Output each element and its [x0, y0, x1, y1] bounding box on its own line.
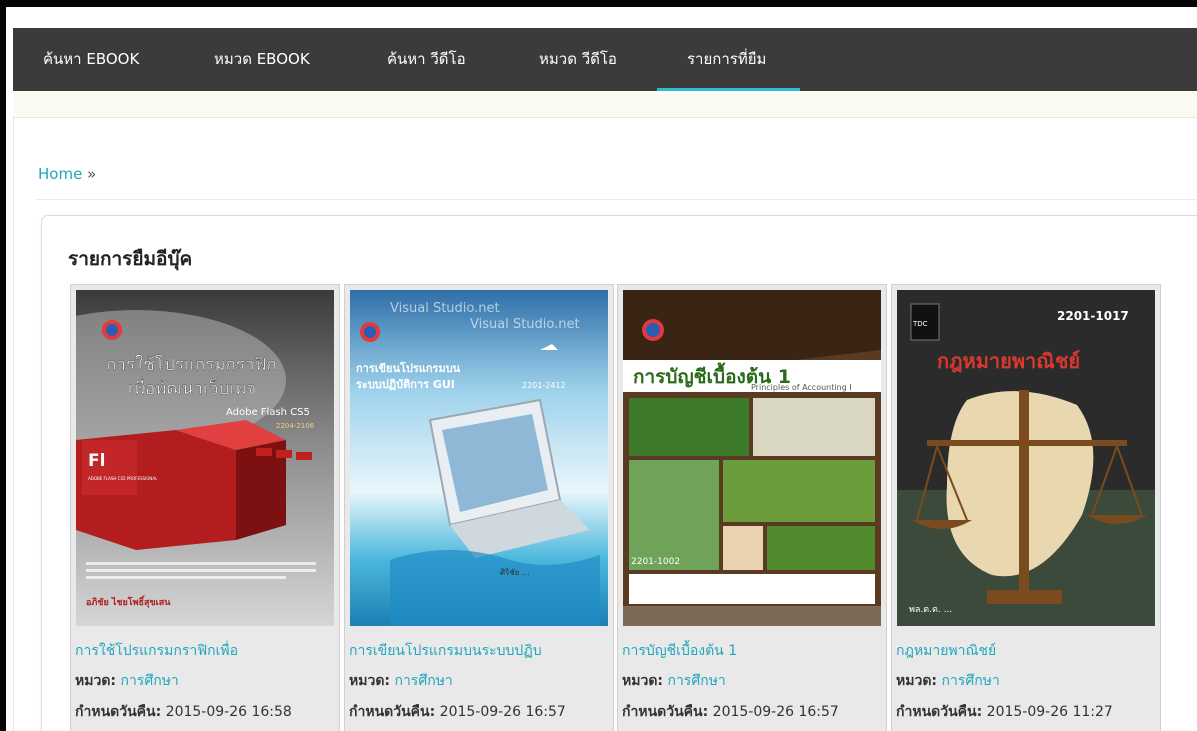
- category-link[interactable]: การศึกษา: [941, 673, 999, 689]
- flash-logo-text: Fl: [88, 451, 105, 471]
- nav-borrowed-list[interactable]: รายการที่ยืม: [656, 28, 801, 91]
- nav-search-video[interactable]: ค้นหา วีดีโอ: [387, 28, 466, 91]
- cover-subtitle: Adobe Flash CS5: [226, 407, 310, 418]
- divider: [36, 199, 1197, 200]
- nav-search-ebook[interactable]: ค้นหา EBOOK: [43, 28, 139, 91]
- due-value: 2015-09-26 16:57: [439, 704, 566, 720]
- content-border: [13, 118, 14, 731]
- cover-code: 2201-2412: [522, 381, 566, 390]
- book-title-link[interactable]: กฎหมายพาณิชย์: [896, 640, 996, 662]
- cover-code: 2204-2106: [276, 422, 315, 430]
- breadcrumb: Home »: [38, 165, 96, 183]
- cover-author: พล.ต.ต. ...: [909, 605, 952, 615]
- book-cover[interactable]: การบัญชีเบื้องต้น 1 Principles of Accoun…: [623, 290, 881, 626]
- cover-title-line2: เพื่อพัฒนาเว็บเพจ: [128, 376, 256, 399]
- nav-category-ebook[interactable]: หมวด EBOOK: [214, 28, 310, 91]
- nav-category-video[interactable]: หมวด วีดีโอ: [539, 28, 617, 91]
- book-due-date: กำหนดวันคืน: 2015-09-26 16:58: [75, 701, 292, 723]
- book-due-date: กำหนดวันคืน: 2015-09-26 16:57: [622, 701, 839, 723]
- book-due-date: กำหนดวันคืน: 2015-09-26 16:57: [349, 701, 566, 723]
- due-label: กำหนดวันคืน:: [896, 704, 983, 720]
- due-label: กำหนดวันคืน:: [622, 704, 709, 720]
- due-value: 2015-09-26 16:58: [165, 704, 292, 720]
- window-frame-top: [0, 0, 1197, 7]
- book-category: หมวด: การศึกษา: [622, 670, 726, 692]
- cover-title: กฎหมายพาณิชย์: [937, 349, 1080, 373]
- book-cover[interactable]: TDC 2201-1017 กฎหมายพาณิชย์ พล.ต.ต. ...: [897, 290, 1155, 626]
- cover-title-line1: การใช้โปรแกรมกราฟิก: [106, 354, 277, 375]
- book-title-link[interactable]: การบัญชีเบื้องต้น 1: [622, 640, 737, 662]
- category-label: หมวด:: [75, 673, 117, 689]
- book-title-link[interactable]: การเขียนโปรแกรมบนระบบปฏิบ: [349, 640, 542, 662]
- sub-navbar: [13, 91, 1197, 118]
- category-link[interactable]: การศึกษา: [120, 673, 178, 689]
- book-card[interactable]: การใช้โปรแกรมกราฟิก เพื่อพัฒนาเว็บเพจ Ad…: [70, 284, 340, 731]
- book-card[interactable]: Visual Studio.net Visual Studio.net การเ…: [344, 284, 614, 731]
- category-label: หมวด:: [622, 673, 664, 689]
- book-category: หมวด: การศึกษา: [896, 670, 1000, 692]
- window-frame-left: [0, 0, 6, 731]
- due-label: กำหนดวันคืน:: [75, 704, 162, 720]
- book-due-date: กำหนดวันคืน: 2015-09-26 11:27: [896, 701, 1113, 723]
- book-cover[interactable]: Visual Studio.net Visual Studio.net การเ…: [350, 290, 608, 626]
- category-link[interactable]: การศึกษา: [667, 673, 725, 689]
- book-category: หมวด: การศึกษา: [349, 670, 453, 692]
- cover-watermark: Visual Studio.net: [470, 317, 580, 332]
- category-link[interactable]: การศึกษา: [394, 673, 452, 689]
- book-card[interactable]: TDC 2201-1017 กฎหมายพาณิชย์ พล.ต.ต. ... …: [891, 284, 1161, 731]
- cover-authors: ศิริชัย ...: [500, 568, 530, 577]
- cover-product-name: ADOBE FLASH CS5 PROFESSIONAL: [88, 476, 158, 481]
- category-label: หมวด:: [349, 673, 391, 689]
- due-value: 2015-09-26 11:27: [986, 704, 1113, 720]
- book-title-link[interactable]: การใช้โปรแกรมกราฟิกเพื่อ: [75, 640, 238, 662]
- breadcrumb-separator: »: [87, 165, 97, 183]
- due-label: กำหนดวันคืน:: [349, 704, 436, 720]
- panel-title: รายการยืมอีบุ๊ค: [68, 248, 193, 270]
- cover-watermark: Visual Studio.net: [390, 301, 500, 316]
- category-label: หมวด:: [896, 673, 938, 689]
- cover-title-line1: การเขียนโปรแกรมบน: [356, 361, 461, 375]
- cover-badge-letters: TDC: [912, 320, 928, 328]
- cover-code: 2201-1017: [1057, 309, 1129, 323]
- book-card[interactable]: การบัญชีเบื้องต้น 1 Principles of Accoun…: [617, 284, 887, 731]
- cover-subtitle: Principles of Accounting I: [751, 383, 852, 392]
- due-value: 2015-09-26 16:57: [712, 704, 839, 720]
- book-category: หมวด: การศึกษา: [75, 670, 179, 692]
- main-navbar: ค้นหา EBOOK หมวด EBOOK ค้นหา วีดีโอ หมวด…: [13, 28, 1197, 91]
- breadcrumb-home-link[interactable]: Home: [38, 165, 82, 183]
- book-cover[interactable]: การใช้โปรแกรมกราฟิก เพื่อพัฒนาเว็บเพจ Ad…: [76, 290, 334, 626]
- cover-title-line2: ระบบปฏิบัติการ GUI: [356, 378, 455, 391]
- cover-code: 2201-1002: [631, 557, 680, 567]
